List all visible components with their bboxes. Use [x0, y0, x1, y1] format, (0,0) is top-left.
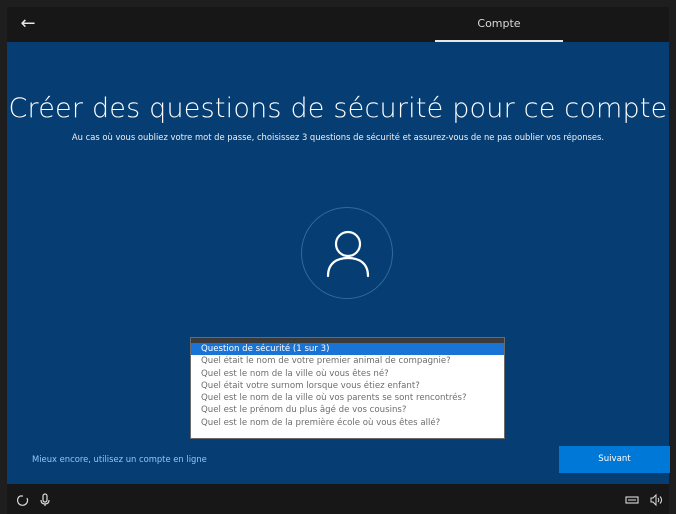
security-question-dropdown[interactable]: Question de sécurité (1 sur 3) Quel étai…: [190, 337, 505, 439]
back-arrow-icon[interactable]: ←: [17, 13, 39, 35]
dropdown-option[interactable]: Quel est le nom de la première école où …: [191, 417, 504, 429]
tab-compte[interactable]: Compte: [435, 7, 563, 40]
volume-icon[interactable]: [648, 492, 664, 508]
main-panel: Créer des questions de sécurité pour ce …: [7, 42, 670, 484]
dropdown-option[interactable]: Quel était le nom de votre premier anima…: [191, 355, 504, 367]
window: ← Compte Créer des questions de sécurité…: [0, 0, 676, 514]
page-subtitle: Au cas où vous oubliez votre mot de pass…: [71, 132, 605, 142]
user-avatar-icon: [301, 207, 393, 299]
dropdown-option[interactable]: Question de sécurité (1 sur 3): [191, 343, 504, 356]
dropdown-option[interactable]: Quel est le prénom du plus âgé de vos co…: [191, 404, 504, 416]
bottom-bar: [7, 484, 669, 514]
dropdown-option[interactable]: Quel est le nom de la ville où vos paren…: [191, 392, 504, 404]
dropdown-option[interactable]: Quel est le nom de la ville où vous êtes…: [191, 368, 504, 380]
top-bar: ← Compte: [7, 7, 669, 42]
microphone-icon[interactable]: [37, 492, 53, 508]
page-title: Créer des questions de sécurité pour ce …: [8, 93, 668, 124]
keyboard-icon[interactable]: [624, 492, 640, 508]
online-account-link[interactable]: Mieux encore, utilisez un compte en lign…: [32, 454, 207, 464]
ease-of-access-icon[interactable]: [15, 492, 31, 508]
dropdown-option[interactable]: Quel était votre surnom lorsque vous éti…: [191, 380, 504, 392]
next-button[interactable]: Suivant: [559, 446, 670, 473]
